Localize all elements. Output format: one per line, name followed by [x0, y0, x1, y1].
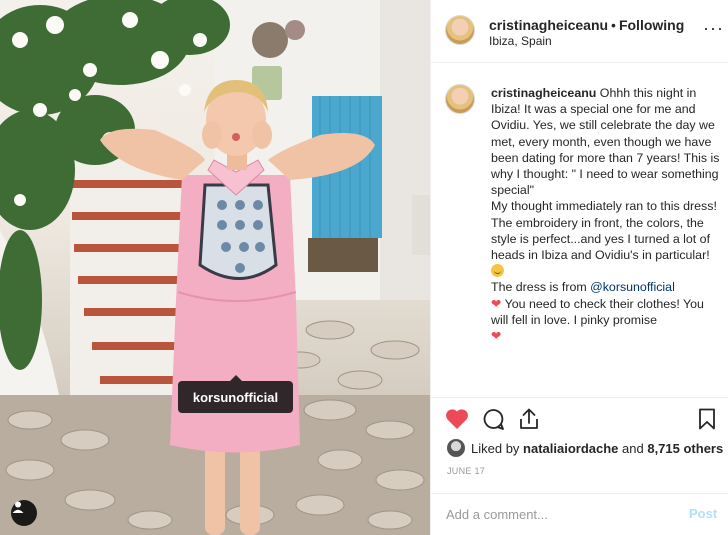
- caption-avatar[interactable]: [445, 84, 475, 114]
- caption-body-2: The dress is from: [491, 280, 587, 295]
- save-button[interactable]: [697, 408, 717, 435]
- author-avatar[interactable]: [445, 15, 475, 45]
- caption-block: cristinagheiceanu Ohhh this night in Ibi…: [431, 64, 728, 398]
- heart-icon: [446, 409, 468, 429]
- comment-button[interactable]: [481, 408, 505, 435]
- likes-middle: and: [618, 441, 648, 456]
- share-button[interactable]: [517, 408, 541, 435]
- likes-text: Liked by nataliaiordache and 8,715 other…: [471, 441, 723, 456]
- share-icon: [520, 408, 538, 429]
- post-date[interactable]: JUNE 17: [447, 466, 485, 476]
- caption-body-3: You need to check their clothes! You wil…: [491, 296, 708, 327]
- user-tags-button[interactable]: [11, 500, 37, 526]
- heart-emoji-icon-2: ❤: [491, 329, 502, 344]
- bookmark-icon: [699, 408, 715, 430]
- post-sidebar: cristinagheiceanu • Following Ibiza, Spain…: [430, 0, 728, 535]
- more-options-icon[interactable]: ···: [703, 18, 724, 39]
- caption-body-1: Ohhh this night in Ibiza! It was a speci…: [491, 86, 720, 263]
- like-button[interactable]: [445, 408, 469, 435]
- caption-text: cristinagheiceanu Ohhh this night in Ibi…: [491, 85, 723, 344]
- likes-count-link[interactable]: 8,715 others: [647, 441, 723, 456]
- liker-username[interactable]: nataliaiordache: [523, 441, 618, 456]
- following-button[interactable]: Following: [619, 17, 684, 33]
- grinning-face-icon: [491, 264, 504, 278]
- mention-link[interactable]: @korsunofficial: [590, 280, 675, 294]
- photo-illustration: [0, 0, 430, 535]
- product-tag-label: korsunofficial: [192, 389, 279, 405]
- likes-summary: Liked by nataliaiordache and 8,715 other…: [431, 438, 728, 460]
- header-separator: •: [611, 17, 616, 33]
- comment-input[interactable]: [446, 504, 656, 524]
- post-comment-button[interactable]: Post: [689, 506, 717, 521]
- author-username[interactable]: cristinagheiceanu: [489, 17, 608, 33]
- user-icon: [12, 501, 24, 513]
- action-bar: [431, 400, 728, 440]
- liker-avatar[interactable]: [447, 439, 465, 457]
- comment-form: Post: [431, 493, 728, 535]
- location-link[interactable]: Ibiza, Spain: [489, 34, 552, 48]
- header-user-line: cristinagheiceanu • Following: [489, 17, 684, 33]
- post-header: cristinagheiceanu • Following Ibiza, Spain…: [431, 0, 728, 63]
- heart-emoji-icon: ❤: [491, 296, 502, 311]
- post-photo[interactable]: korsunofficial: [0, 0, 430, 535]
- comment-icon: [483, 409, 504, 430]
- likes-prefix: Liked by: [471, 441, 524, 456]
- product-tag-tooltip[interactable]: korsunofficial: [178, 375, 293, 413]
- caption-username[interactable]: cristinagheiceanu: [491, 86, 596, 100]
